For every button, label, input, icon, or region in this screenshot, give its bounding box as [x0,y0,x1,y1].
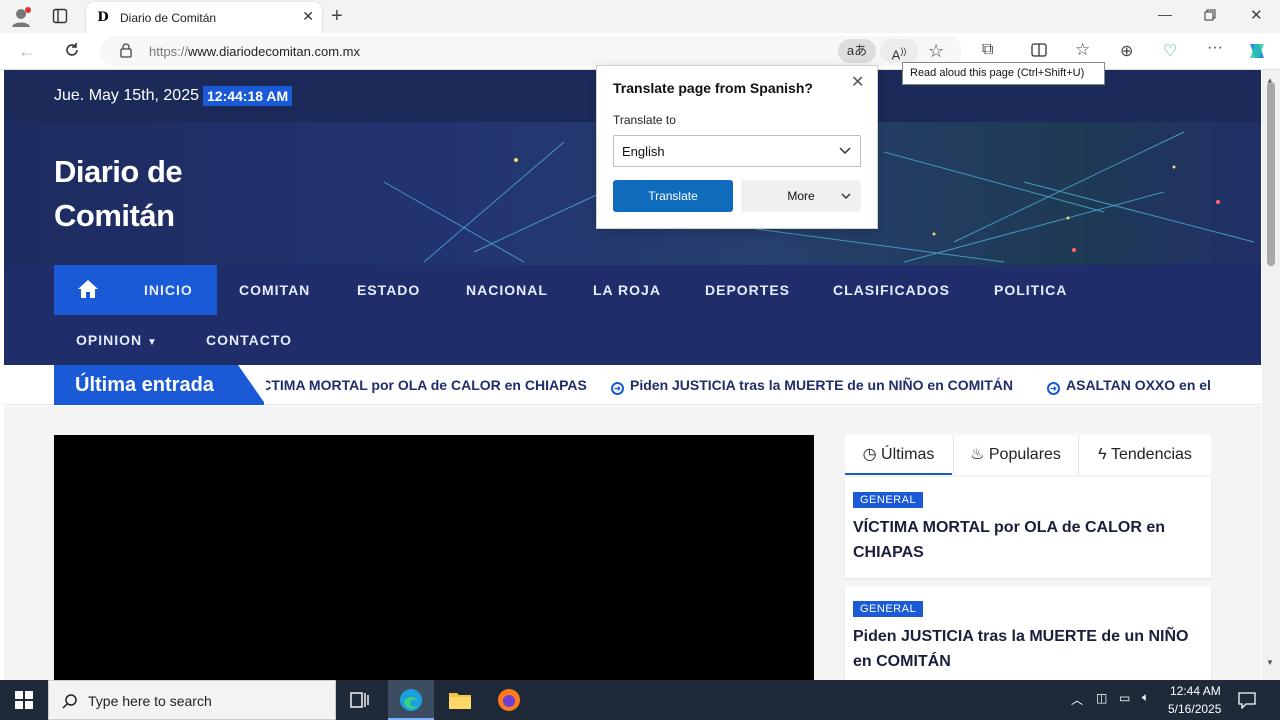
copilot-icon[interactable] [1246,40,1268,65]
favorites-icon[interactable]: ☆ [1075,40,1090,60]
nav-estado[interactable]: ESTADO [357,265,420,315]
sidebar-tabs: ◷ Últimas ♨ Populares ϟ Tendencias [845,435,1211,475]
translate-popup: Translate page from Spanish? ✕ Translate… [596,65,878,229]
language-select[interactable]: English [613,135,861,167]
nav-opinion[interactable]: OPINION ▼ [76,315,158,365]
home-icon [78,280,98,298]
ticker-track: VÍCTIMA MORTAL por OLA de CALOR en CHIAP… [266,365,1212,405]
home-nav-item[interactable]: INICIO [54,265,217,315]
search-placeholder: Type here to search [88,693,212,709]
windows-start-icon[interactable] [15,691,33,714]
close-tab-icon[interactable]: ✕ [302,8,314,25]
article-card[interactable]: GENERAL VÍCTIMA MORTAL por OLA de CALOR … [845,477,1211,578]
clock-icon: ◷ [862,446,877,463]
read-aloud-icon[interactable]: A)) [880,39,918,63]
network-icon[interactable]: ▭ [1119,691,1130,705]
notifications-icon[interactable] [1238,691,1256,714]
search-icon [62,694,77,709]
address-bar[interactable]: https://www.diariodecomitan.com.mx aあ A)… [100,36,962,66]
arrow-circle-icon: ➜ [1047,382,1060,395]
collections-icon[interactable]: ⊕ [1120,41,1133,61]
main-navigation: INICIO COMITAN ESTADO NACIONAL LA ROJA D… [4,265,1261,398]
scrollbar-thumb[interactable] [1267,82,1275,266]
tab-populares[interactable]: ♨ Populares [953,435,1077,475]
extensions-icon[interactable]: ⧉ [982,41,993,59]
clock-time[interactable]: 12:44 AM [1170,684,1221,698]
meet-now-icon[interactable]: ◫ [1096,691,1107,705]
dropdown-caret-icon: ▼ [147,337,158,348]
ticker-item[interactable]: VÍCTIMA MORTAL por OLA de CALOR en CHIAP… [266,377,587,393]
nav-deportes[interactable]: DEPORTES [705,265,790,315]
tab-actions-icon[interactable] [52,8,68,24]
nav-politica[interactable]: POLITICA [994,265,1067,315]
ticker-item[interactable]: ➜ Piden JUSTICIA tras la MUERTE de un NIÑ… [611,377,1013,395]
language-value: English [622,144,665,159]
translate-icon[interactable]: aあ [838,39,876,63]
video-player[interactable] [54,435,814,680]
tab-title: Diario de Comitán [120,11,217,25]
close-icon[interactable]: ✕ [851,72,864,92]
latest-ticker: Última entrada VÍCTIMA MORTAL por OLA de… [4,365,1261,405]
clock-date[interactable]: 5/16/2025 [1168,702,1221,716]
lock-icon[interactable] [120,43,132,61]
chevron-down-icon [841,193,851,200]
minimize-icon[interactable]: — [1158,6,1172,22]
nav-nacional[interactable]: NACIONAL [466,265,548,315]
arrow-circle-icon: ➜ [611,382,624,395]
browser-titlebar: D Diario de Comitán ✕ + — ✕ [0,0,1280,33]
ticker-label: Última entrada [54,365,264,405]
restore-icon[interactable] [1204,8,1216,24]
profile-icon[interactable] [10,6,32,28]
new-tab-icon[interactable]: + [331,5,343,28]
category-badge[interactable]: GENERAL [853,492,924,508]
close-window-icon[interactable]: ✕ [1250,6,1263,24]
task-view-icon[interactable] [350,691,370,714]
tab-tendencias[interactable]: ϟ Tendencias [1078,435,1211,475]
file-explorer-icon[interactable] [448,690,472,715]
article-title[interactable]: VÍCTIMA MORTAL por OLA de CALOR en CHIAP… [853,515,1193,565]
nav-inicio[interactable]: INICIO [144,265,193,315]
chevron-down-icon [839,147,851,155]
page-scrollbar[interactable]: ▲ ▼ [1262,70,1280,680]
main-content: ◷ Últimas ♨ Populares ϟ Tendencias GENER… [4,406,1261,680]
volume-icon[interactable]: 🔈︎ [1142,690,1149,705]
site-date: Jue. May 15th, 2025 [54,87,199,104]
settings-more-icon[interactable]: ··· [1207,39,1223,57]
translate-to-label: Translate to [613,113,676,127]
translate-title: Translate page from Spanish? [613,80,813,96]
taskbar-search[interactable]: Type here to search [48,680,336,720]
fire-icon: ♨ [970,446,985,463]
tab-ultimas[interactable]: ◷ Últimas [845,435,952,475]
site-logo[interactable]: Diario de Comitán [54,150,183,238]
back-icon[interactable]: ← [18,41,36,62]
nav-comitan[interactable]: COMITAN [239,265,310,315]
category-badge[interactable]: GENERAL [853,601,924,617]
article-card[interactable]: GENERAL Piden JUSTICIA tras la MUERTE de… [845,586,1211,680]
scroll-down-icon[interactable]: ▼ [1266,658,1274,667]
more-button[interactable]: More [741,180,861,212]
bolt-icon: ϟ [1098,446,1107,463]
site-favicon-icon: D [97,10,109,25]
show-hidden-icons-icon[interactable]: ︿ [1071,691,1083,708]
sidebar-widget: ◷ Últimas ♨ Populares ϟ Tendencias GENER… [845,435,1211,680]
article-title[interactable]: Piden JUSTICIA tras la MUERTE de un NIÑO… [853,624,1193,674]
nav-la-roja[interactable]: LA ROJA [593,265,661,315]
site-time: 12:44:18 AM [203,86,293,106]
nav-contacto[interactable]: CONTACTO [206,315,292,365]
translate-button[interactable]: Translate [613,180,733,212]
favorite-star-icon[interactable]: ☆ [928,41,944,62]
edge-taskbar-icon[interactable] [388,680,434,720]
browser-tab[interactable]: D Diario de Comitán ✕ [86,2,322,33]
ticker-item[interactable]: ➜ ASALTAN OXXO en el [1047,377,1211,395]
url-text[interactable]: https://www.diariodecomitan.com.mx [149,44,360,59]
read-aloud-tooltip: Read aloud this page (Ctrl+Shift+U) [902,62,1105,85]
windows-taskbar: Type here to search ︿ ◫ ▭ 🔈︎ 12:44 AM 5/… [0,680,1280,720]
performance-icon[interactable]: ♡ [1163,41,1177,61]
nav-clasificados[interactable]: CLASIFICADOS [833,265,950,315]
firefox-icon[interactable] [497,688,521,717]
split-screen-icon[interactable] [1031,42,1047,61]
refresh-icon[interactable] [63,41,81,62]
